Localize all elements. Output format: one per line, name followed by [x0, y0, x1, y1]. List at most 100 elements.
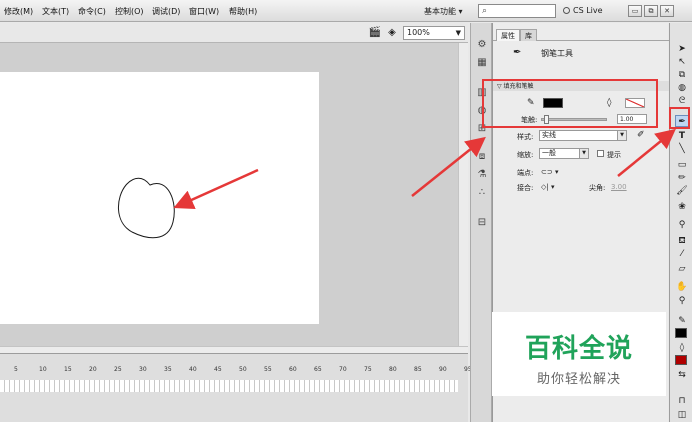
cap-select[interactable]: ⊂⊃ ▾ [541, 168, 558, 176]
menu-modify[interactable]: 修改(M) [4, 6, 33, 17]
ruler-tick-label: 75 [364, 366, 372, 373]
lasso-tool-icon[interactable]: ᘓ [675, 95, 689, 107]
tools-panel: ➤ ↖ ⧉ ◍ ᘓ ✒ T ╲ ▭ ✏ 🖌 ❀ ⚲ ⛾ ⁄ ▱ ✋ ⚲ ✎ ◊ … [669, 23, 692, 422]
search-input[interactable]: ⌕ [478, 4, 556, 18]
snap-to-objects-icon[interactable]: ⊓ [675, 395, 689, 407]
ruler-tick-label: 40 [189, 366, 197, 373]
cs-live-label: CS Live [573, 6, 603, 15]
tab-library[interactable]: 库 [520, 29, 537, 41]
menu-commands[interactable]: 命令(C) [78, 6, 106, 17]
ruler-tick-label: 10 [39, 366, 47, 373]
eraser-tool-icon[interactable]: ▱ [675, 263, 689, 275]
3d-rotation-tool-icon[interactable]: ◍ [675, 82, 689, 94]
ruler-tick-label: 65 [314, 366, 322, 373]
timeline-panel: 5 10 15 20 25 30 35 40 45 50 55 60 65 70 75 80 85 90 95 [0, 353, 472, 422]
hand-tool-icon[interactable]: ✋ [675, 281, 689, 293]
stroke-style-select[interactable]: 实线 ▼ [539, 130, 627, 141]
fill-color-tool-icon: ◊ [679, 343, 685, 353]
ruler-tick-label: 50 [239, 366, 247, 373]
cs-live-icon [563, 7, 570, 14]
text-tool-icon[interactable]: T [675, 130, 689, 142]
ruler-tick-label: 80 [389, 366, 397, 373]
join-label: 接合: [517, 184, 534, 192]
ruler-tick-label: 5 [14, 366, 18, 373]
rectangle-tool-icon[interactable]: ▭ [675, 159, 689, 171]
brush-tool-icon[interactable]: 🖌 [675, 185, 689, 197]
miter-value[interactable]: 3.00 [611, 183, 627, 191]
motion-editor-icon[interactable]: ⚙ [475, 39, 489, 51]
ruler-tick-label: 90 [439, 366, 447, 373]
line-tool-icon[interactable]: ╲ [675, 143, 689, 155]
edit-stroke-style-icon[interactable]: ✐ [637, 130, 645, 140]
pen-tool-icon: ✒ [513, 47, 522, 58]
align-icon[interactable]: ▦ [475, 57, 489, 69]
annotation-highlight-box [482, 79, 658, 128]
components-icon[interactable]: ⚗ [475, 169, 489, 181]
cs-live-button[interactable]: CS Live [563, 6, 603, 15]
history-icon[interactable]: ⊟ [475, 217, 489, 229]
ruler-tick-label: 30 [139, 366, 147, 373]
zoom-select[interactable]: 100% ▼ [403, 26, 465, 40]
eyedropper-tool-icon[interactable]: ⁄ [675, 248, 689, 260]
ruler-tick-label: 15 [64, 366, 72, 373]
free-transform-tool-icon[interactable]: ⧉ [675, 69, 689, 81]
chevron-down-icon: ▼ [455, 29, 461, 37]
timeline-frames[interactable] [0, 380, 458, 392]
deco-tool-icon[interactable]: ❀ [675, 201, 689, 213]
fill-color-tool-swatch[interactable] [675, 355, 687, 365]
watermark-title: 百科全说 [524, 334, 633, 364]
properties-tabs: 属性 库 [493, 29, 669, 41]
pencil-tool-icon[interactable]: ✏ [675, 172, 689, 184]
code-snippets-icon[interactable]: ∴ [475, 187, 489, 199]
stage-toolbar: 🎬 ◈ 100% ▼ [0, 23, 468, 43]
horizontal-scrollbar[interactable] [0, 346, 468, 353]
stage-canvas[interactable] [0, 72, 319, 324]
drawing-svg [118, 177, 175, 239]
menu-debug[interactable]: 调试(D) [152, 6, 180, 17]
workspace-switcher[interactable]: 基本功能 ▾ [424, 6, 463, 17]
object-drawing-icon[interactable]: ◫ [675, 409, 689, 421]
hint-label: 提示 [607, 151, 621, 159]
vertical-scrollbar[interactable] [458, 43, 468, 365]
tool-name: 钢笔工具 [541, 49, 573, 58]
menu-window[interactable]: 窗口(W) [189, 6, 219, 17]
search-icon: ⌕ [482, 6, 488, 16]
zoom-tool-icon[interactable]: ⚲ [675, 295, 689, 307]
menu-text[interactable]: 文本(T) [42, 6, 69, 17]
ruler-tick-label: 35 [164, 366, 172, 373]
ruler-tick-label: 55 [264, 366, 272, 373]
selection-tool-icon[interactable]: ➤ [675, 43, 689, 55]
subselection-tool-icon[interactable]: ↖ [675, 56, 689, 68]
join-select[interactable]: ◇| ▾ [541, 183, 554, 191]
minimize-button[interactable]: ▭ [628, 5, 642, 17]
transform-icon[interactable]: ⧈ [475, 151, 489, 163]
stroke-color-tool-icon: ✎ [678, 316, 686, 326]
stroke-color-tool-swatch[interactable] [675, 328, 687, 338]
bone-tool-icon[interactable]: ⚲ [675, 219, 689, 231]
tab-properties[interactable]: 属性 [496, 29, 520, 41]
ruler-tick-label: 60 [289, 366, 297, 373]
hint-checkbox[interactable] [597, 150, 604, 157]
timeline-ruler: 5 10 15 20 25 30 35 40 45 50 55 60 65 70 75 80 85 90 95 [0, 364, 472, 376]
chevron-down-icon: ▼ [579, 149, 588, 158]
edit-symbol-icon[interactable]: ◈ [385, 26, 399, 39]
edit-scene-icon[interactable]: 🎬 [368, 26, 382, 39]
scale-value: 一般 [542, 149, 556, 157]
scale-select[interactable]: 一般 ▼ [539, 148, 589, 159]
ruler-tick-label: 25 [114, 366, 122, 373]
swap-colors-icon[interactable]: ⇆ [675, 369, 689, 381]
ruler-tick-label: 85 [414, 366, 422, 373]
paint-bucket-tool-icon[interactable]: ⛾ [675, 235, 689, 247]
ruler-tick-label: 70 [339, 366, 347, 373]
style-label: 样式: [517, 133, 534, 141]
cap-label: 端点: [517, 169, 534, 177]
scale-label: 缩放: [517, 151, 534, 159]
restore-button[interactable]: ⧉ [644, 5, 658, 17]
miter-label: 尖角: [589, 184, 606, 192]
stage-area: 🎬 ◈ 100% ▼ [0, 23, 468, 365]
watermark: 百科全说 助你轻松解决 [492, 312, 666, 396]
annotation-pen-tool-box [669, 107, 690, 129]
menu-help[interactable]: 帮助(H) [229, 6, 257, 17]
close-button[interactable]: ✕ [660, 5, 674, 17]
menu-control[interactable]: 控制(O) [115, 6, 144, 17]
